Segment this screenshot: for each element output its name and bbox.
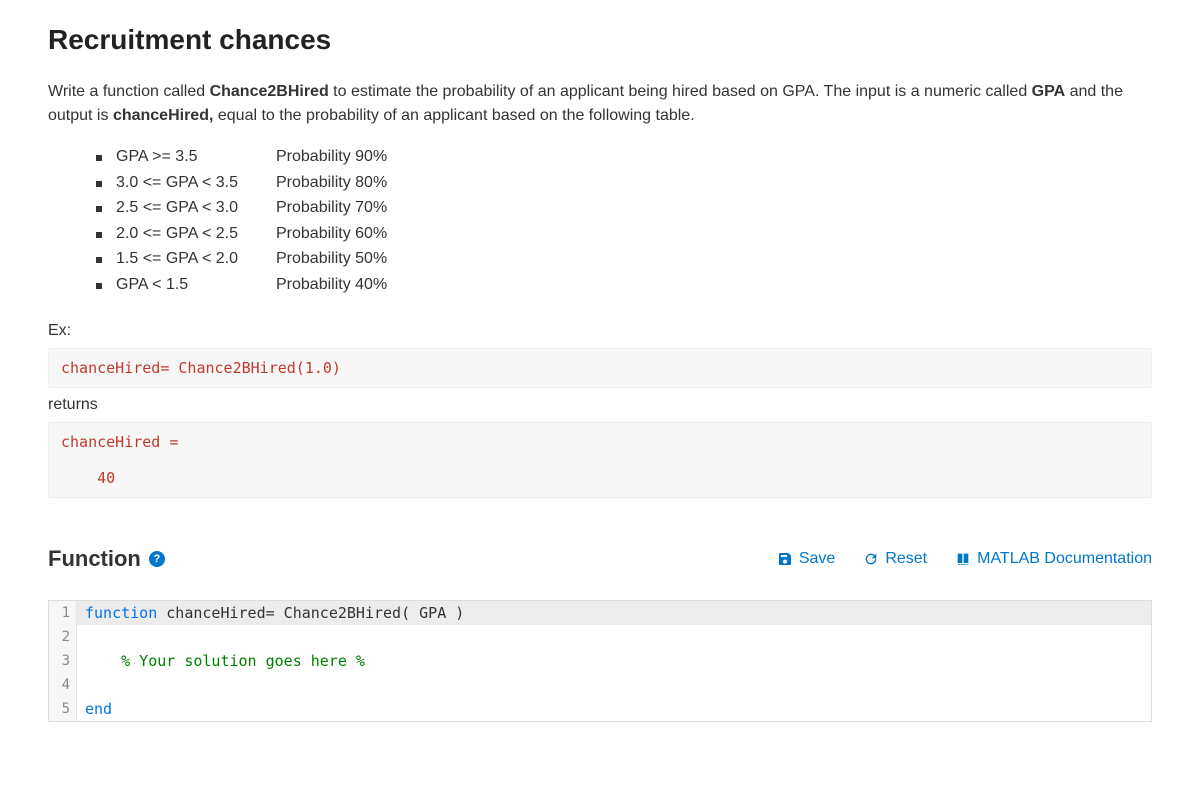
line-number: 4 [49, 673, 77, 697]
table-row: 2.5 <= GPA < 3.0 Probability 70% [96, 195, 1152, 221]
matlab-docs-link[interactable]: MATLAB Documentation [955, 550, 1152, 568]
table-row: 1.5 <= GPA < 2.0 Probability 50% [96, 246, 1152, 272]
section-title-text: Function [48, 546, 141, 572]
page-title: Recruitment chances [48, 24, 1152, 56]
bullet-icon [96, 257, 102, 263]
bullet-icon [96, 283, 102, 289]
save-button[interactable]: Save [777, 550, 835, 568]
line-number: 2 [49, 625, 77, 649]
table-row: GPA < 1.5 Probability 40% [96, 272, 1152, 298]
editor-line[interactable]: 4 [49, 673, 1151, 697]
line-number: 1 [49, 601, 77, 625]
returns-label: returns [48, 396, 1152, 414]
editor-line[interactable]: 2 [49, 625, 1151, 649]
help-icon[interactable]: ? [149, 551, 165, 567]
table-row: 3.0 <= GPA < 3.5 Probability 80% [96, 170, 1152, 196]
reset-icon [863, 551, 879, 567]
editor-line[interactable]: 5 end [49, 697, 1151, 721]
editor-line[interactable]: 3 % Your solution goes here % [49, 649, 1151, 673]
bullet-icon [96, 181, 102, 187]
line-number: 5 [49, 697, 77, 721]
bullet-icon [96, 232, 102, 238]
editor-line[interactable]: 1 function chanceHired= Chance2BHired( G… [49, 601, 1151, 625]
probability-table: GPA >= 3.5 Probability 90% 3.0 <= GPA < … [96, 144, 1152, 298]
section-header: Function ? Save Reset MATLAB Documentati… [48, 546, 1152, 572]
line-number: 3 [49, 649, 77, 673]
book-icon [955, 551, 971, 567]
example-call: chanceHired= Chance2BHired(1.0) [48, 348, 1152, 388]
table-row: 2.0 <= GPA < 2.5 Probability 60% [96, 221, 1152, 247]
bullet-icon [96, 206, 102, 212]
problem-intro: Write a function called Chance2BHired to… [48, 80, 1152, 128]
reset-button[interactable]: Reset [863, 550, 927, 568]
code-editor[interactable]: 1 function chanceHired= Chance2BHired( G… [48, 600, 1152, 722]
save-icon [777, 551, 793, 567]
bullet-icon [96, 155, 102, 161]
example-result: chanceHired = 40 [48, 422, 1152, 498]
example-label: Ex: [48, 322, 1152, 340]
table-row: GPA >= 3.5 Probability 90% [96, 144, 1152, 170]
